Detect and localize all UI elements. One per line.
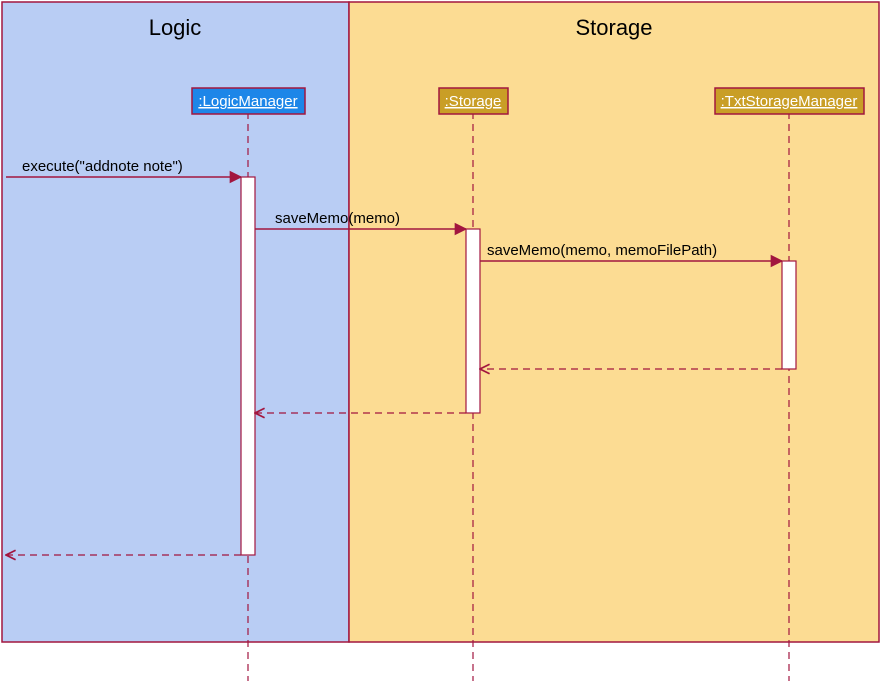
- message-savememo-path-label: saveMemo(memo, memoFilePath): [487, 242, 717, 259]
- partition-logic-title: Logic: [149, 15, 202, 40]
- object-storage-label: :Storage: [445, 93, 502, 110]
- activation-txt-storage-manager: [782, 261, 796, 369]
- object-storage: :Storage: [439, 88, 508, 114]
- object-logic-manager: :LogicManager: [192, 88, 305, 114]
- object-txt-storage-manager-label: :TxtStorageManager: [721, 93, 858, 110]
- sequence-diagram: Logic Storage :LogicManager :Storage :Tx…: [0, 0, 882, 683]
- object-logic-manager-label: :LogicManager: [198, 93, 297, 110]
- activation-logic-manager: [241, 177, 255, 555]
- message-execute-label: execute("addnote note"): [22, 158, 183, 175]
- object-txt-storage-manager: :TxtStorageManager: [715, 88, 864, 114]
- message-savememo-label: saveMemo(memo): [275, 210, 400, 227]
- activation-storage: [466, 229, 480, 413]
- partition-storage-title: Storage: [575, 15, 652, 40]
